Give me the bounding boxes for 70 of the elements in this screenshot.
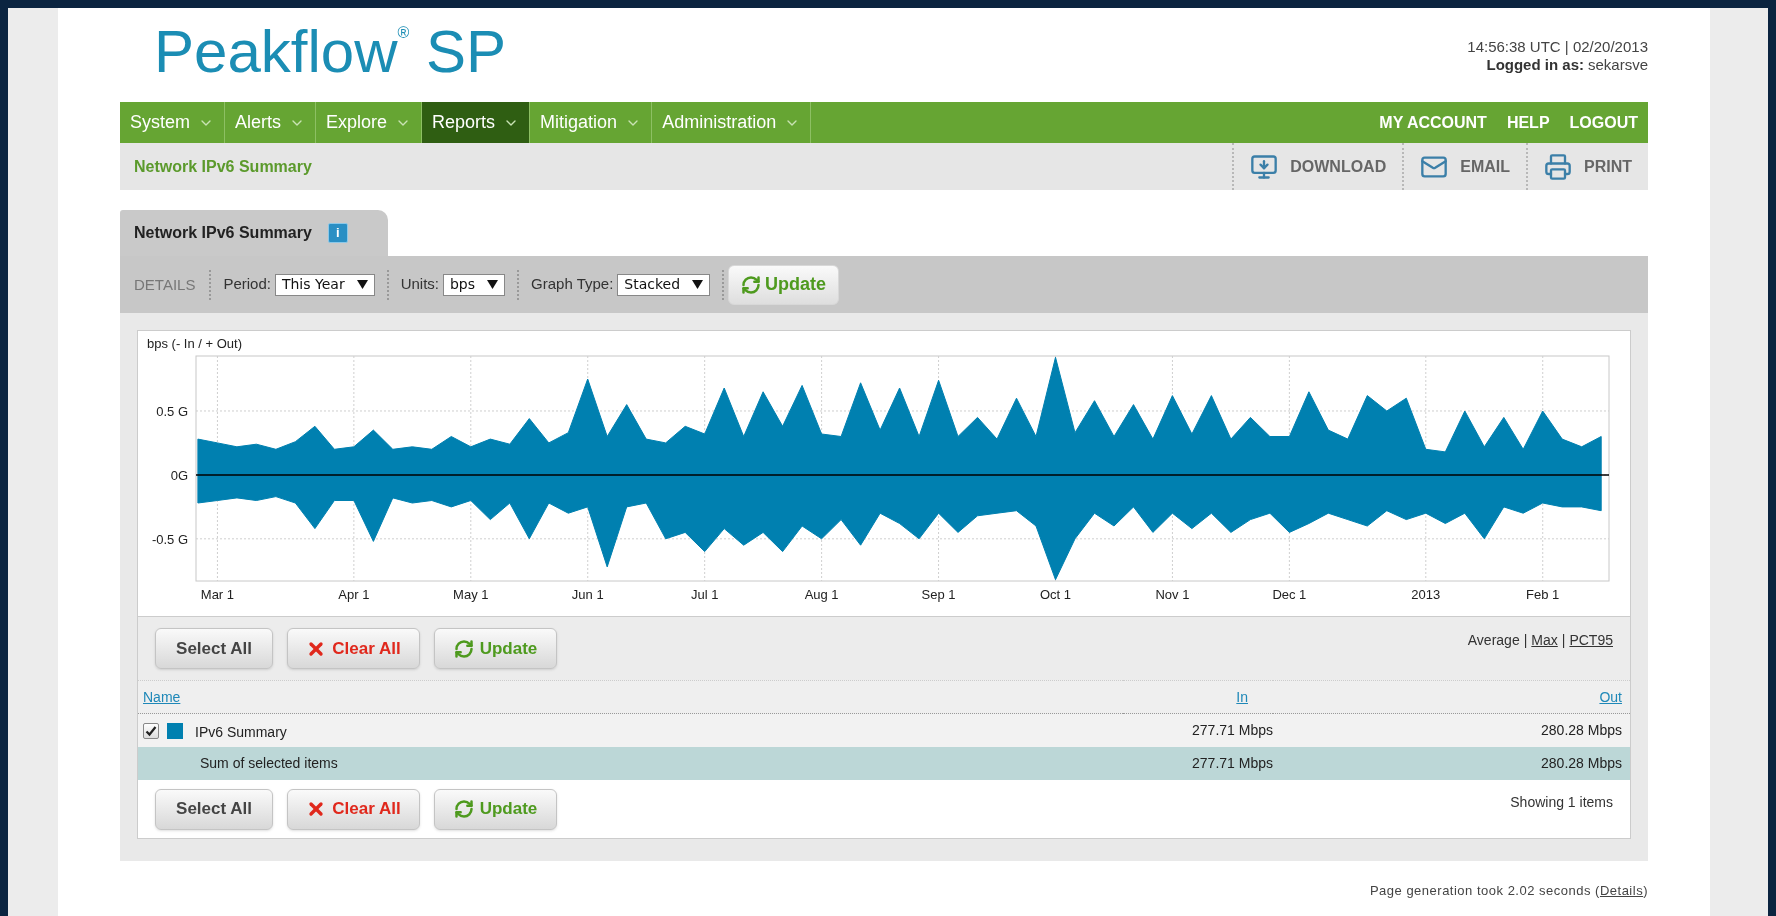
y-axis-label: bps (- In / + Out): [147, 336, 242, 351]
checkbox[interactable]: [143, 722, 159, 739]
table-cell-text: 280.28 Mbps: [1541, 721, 1622, 740]
select-all-button[interactable]: Select All: [155, 628, 273, 669]
x-tick-label: Apr 1: [338, 587, 370, 602]
report-tab[interactable]: Network IPv6 Summary i: [120, 210, 388, 256]
y-tick-label: -0.5 G: [151, 531, 188, 547]
page-generation-note: Page generation took 2.02 seconds (Details): [1369, 882, 1648, 900]
stat-link[interactable]: PCT95: [1569, 630, 1613, 651]
nav-menu-item[interactable]: Reports: [422, 102, 531, 143]
clear-all-button[interactable]: Clear All: [287, 628, 420, 669]
caret-icon: [487, 280, 499, 289]
toolbar-action[interactable]: EMAIL: [1402, 143, 1526, 190]
x-tick-label: Feb 1: [1526, 587, 1560, 602]
column-header[interactable]: In: [1236, 687, 1248, 708]
stat-option: Average: [1467, 630, 1520, 651]
update-button[interactable]: Update: [728, 264, 840, 305]
row-name: IPv6 Summary: [195, 723, 287, 742]
x-tick-label: Mar 1: [200, 587, 235, 602]
select-all-button[interactable]: Select All: [155, 788, 273, 830]
details-link[interactable]: Details: [1599, 883, 1644, 898]
printer-icon: [1544, 152, 1572, 181]
nav-link[interactable]: HELP: [1506, 110, 1550, 135]
toolbar-action[interactable]: PRINT: [1526, 143, 1648, 190]
x-tick-label: 2013: [1411, 587, 1441, 602]
page-title: Network IPv6 Summary: [133, 156, 312, 177]
nav-link[interactable]: MY ACCOUNT: [1379, 110, 1487, 135]
toolbar-action[interactable]: DOWNLOAD: [1232, 143, 1403, 190]
table-cell-text: 277.71 Mbps: [1192, 754, 1273, 773]
item-count: Showing 1 items: [1510, 793, 1613, 812]
monitor-download-icon: [1250, 152, 1279, 181]
timestamp: 14:56:38 UTC | 02/20/2013: [1467, 38, 1648, 56]
column-header[interactable]: Name: [143, 687, 181, 708]
clear-all-button[interactable]: Clear All: [287, 788, 420, 830]
refresh-icon: [453, 799, 474, 819]
caret-icon: [692, 280, 704, 289]
separator: |: [1523, 631, 1528, 650]
filter-label: Units:: [400, 274, 439, 295]
refresh-icon: [741, 274, 762, 295]
table-cell-text: 280.28 Mbps: [1541, 754, 1622, 773]
x-tick-label: Jul 1: [690, 587, 719, 602]
y-tick-label: 0.5 G: [156, 403, 188, 419]
x-tick-label: May 1: [453, 587, 489, 602]
nav-link[interactable]: LOGOUT: [1569, 110, 1638, 135]
update-button[interactable]: Update: [434, 628, 557, 669]
login-label: Logged in as:: [1486, 56, 1584, 74]
filter-dropdown[interactable]: Stacked: [617, 273, 711, 296]
filter-label: Graph Type:: [531, 274, 614, 295]
x-tick-label: Oct 1: [1039, 587, 1072, 602]
stat-link[interactable]: Max: [1531, 630, 1558, 651]
update-button[interactable]: Update: [434, 788, 557, 830]
caret-icon: [356, 280, 368, 289]
x-tick-label: Dec 1: [1272, 587, 1307, 602]
y-tick-label: 0G: [170, 467, 188, 483]
x-tick-label: Nov 1: [1155, 587, 1190, 602]
table-cell-text: 277.71 Mbps: [1192, 721, 1273, 740]
summary-label: Sum of selected items: [200, 754, 338, 773]
refresh-icon: [453, 638, 474, 659]
details-label: DETAILS: [120, 269, 212, 300]
filter-label: Period:: [223, 274, 271, 295]
x-tick-label: Sep 1: [921, 587, 956, 602]
x-tick-label: Jun 1: [571, 587, 604, 602]
column-header[interactable]: Out: [1599, 687, 1622, 708]
info-icon: i: [327, 223, 348, 243]
filter-dropdown[interactable]: bps: [443, 273, 506, 296]
username: sekarsve: [1587, 56, 1648, 74]
separator: |: [1561, 631, 1566, 650]
logo: Peakflow$^{®}$ SP: [154, 20, 506, 84]
x-tick-label: Aug 1: [804, 587, 839, 602]
filter-dropdown[interactable]: This Year: [274, 273, 375, 296]
